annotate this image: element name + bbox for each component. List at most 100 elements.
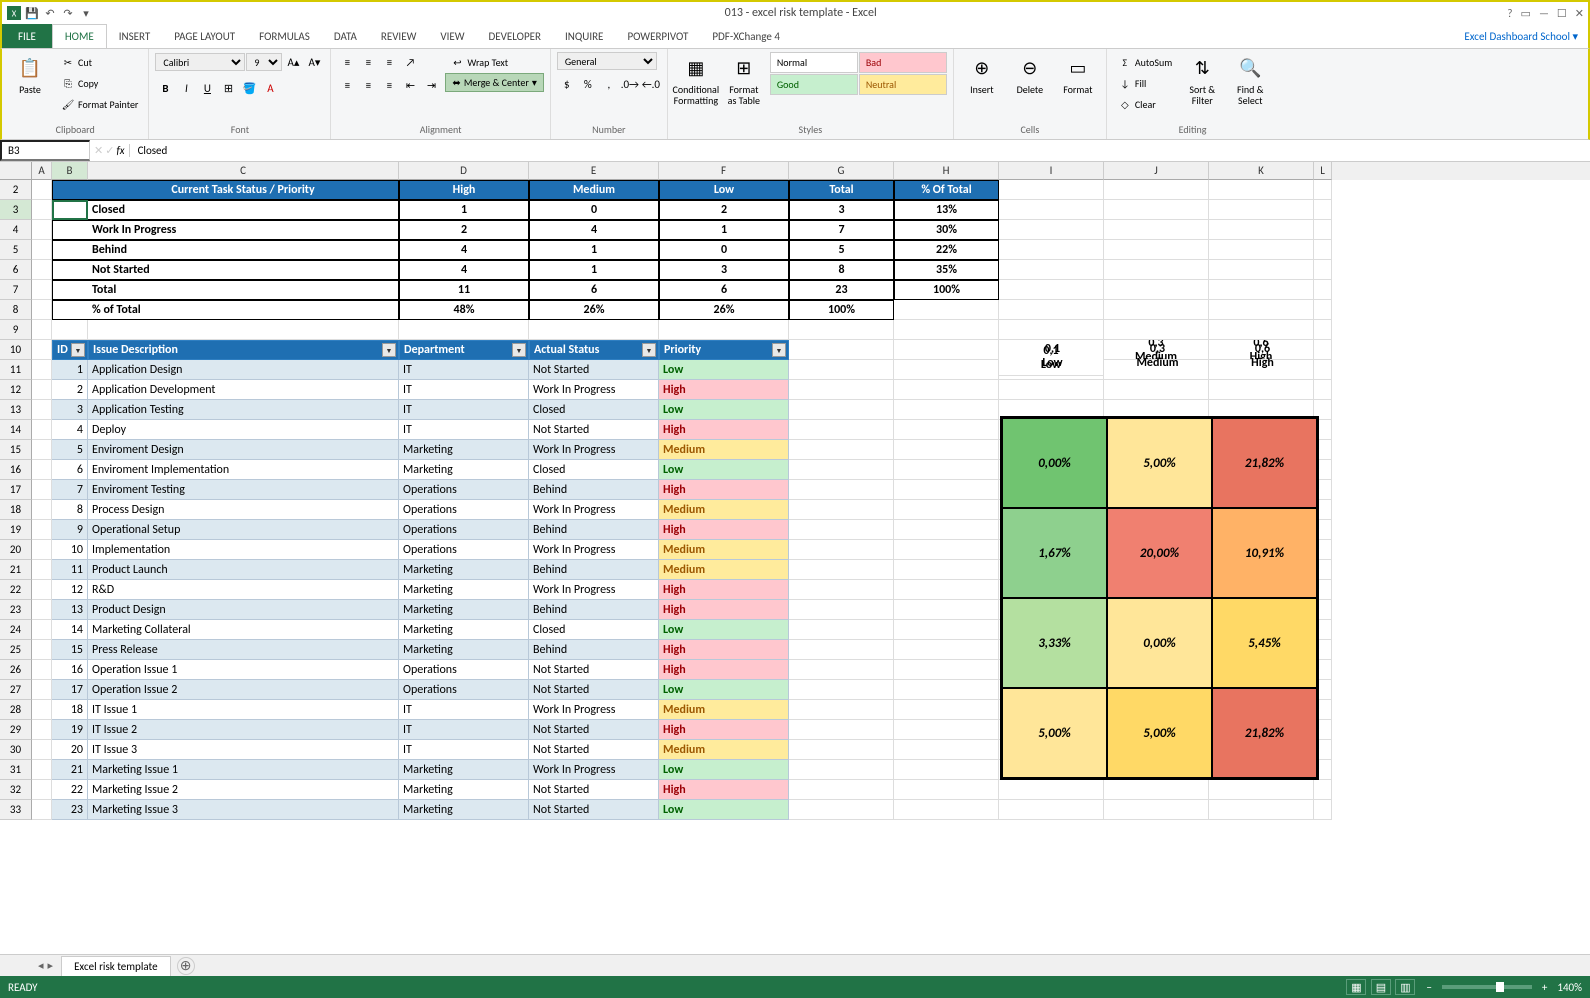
row-header[interactable]: 21 [0,560,32,580]
cell[interactable]: IT Issue 3 [88,740,399,760]
cell[interactable]: 4 [399,240,529,260]
cell[interactable] [894,540,999,560]
cell[interactable]: High [659,580,789,600]
redo-icon[interactable]: ↷ [60,5,76,21]
style-normal[interactable]: Normal [770,52,858,73]
cell[interactable]: 13 [52,600,88,620]
cell[interactable]: High [659,780,789,800]
cell[interactable] [789,760,894,780]
row-header[interactable]: 24 [0,620,32,640]
cell[interactable] [789,580,894,600]
cell[interactable] [789,420,894,440]
cell[interactable]: Low [659,680,789,700]
style-good[interactable]: Good [770,74,858,95]
cell[interactable] [1209,800,1314,820]
row-header[interactable]: 13 [0,400,32,420]
cell[interactable]: High [659,660,789,680]
filter-icon[interactable]: ▼ [512,343,526,357]
border-button[interactable]: ⊞ [218,78,238,98]
cell[interactable] [399,320,529,340]
font-family-select[interactable]: Calibri [155,53,245,71]
cell[interactable] [32,720,52,740]
cell[interactable]: High [659,720,789,740]
autosum-button[interactable]: ΣAutoSum [1113,52,1176,72]
cell[interactable]: Operations [399,660,529,680]
matrix-cell[interactable]: 5,00% [1002,688,1107,778]
zoom-level[interactable]: 140% [1557,981,1582,994]
cell[interactable]: Marketing [399,780,529,800]
cell[interactable] [32,660,52,680]
matrix-cell[interactable]: 1,67% [1002,508,1107,598]
cell[interactable] [789,560,894,580]
cell[interactable]: Marketing Issue 3 [88,800,399,820]
cell[interactable]: 15 [52,640,88,660]
cell[interactable]: Actual Status▼ [529,340,659,360]
format-as-table-button[interactable]: ⊞Format as Table [722,52,766,108]
cell[interactable]: Marketing [399,440,529,460]
sort-filter-button[interactable]: ⇅Sort & Filter [1180,52,1224,108]
cell[interactable]: 22 [52,780,88,800]
cell[interactable] [529,320,659,340]
font-color-button[interactable]: A [260,78,280,98]
col-header-k[interactable]: K [1209,162,1314,180]
cell[interactable] [894,740,999,760]
row-header[interactable]: 6 [0,260,32,280]
cell[interactable]: 13% [894,200,999,220]
cell[interactable] [894,600,999,620]
cell[interactable] [999,300,1104,320]
cell[interactable]: Not Started [529,740,659,760]
cell[interactable]: 8 [52,500,88,520]
matrix-cell[interactable]: 5,00% [1107,688,1212,778]
cell[interactable] [1314,200,1332,220]
conditional-formatting-button[interactable]: ▦Conditional Formatting [674,52,718,108]
wrap-text-button[interactable]: ↩Wrap Text [445,52,543,72]
tab-view[interactable]: VIEW [428,24,476,48]
cell[interactable] [32,520,52,540]
cell[interactable]: Low [659,800,789,820]
cell[interactable]: 6 [659,280,789,300]
cell[interactable]: Enviroment Implementation [88,460,399,480]
comma-icon[interactable]: , [599,74,619,94]
matrix-cell[interactable]: 21,82% [1212,418,1317,508]
matrix-cell[interactable]: 0,00% [1107,598,1212,688]
style-bad[interactable]: Bad [859,52,947,73]
cell[interactable]: Process Design [88,500,399,520]
clear-button[interactable]: ◇Clear [1113,94,1176,114]
cell[interactable] [32,420,52,440]
cell[interactable]: IT [399,740,529,760]
filter-icon[interactable]: ▼ [71,343,85,357]
cell[interactable] [894,420,999,440]
cell[interactable] [789,460,894,480]
cell[interactable] [894,640,999,660]
cell[interactable]: Priority▼ [659,340,789,360]
format-button[interactable]: ▭Format [1056,52,1100,97]
cell[interactable]: Marketing [399,640,529,660]
filter-icon[interactable]: ▼ [382,343,396,357]
insert-button[interactable]: ⊕Insert [960,52,1004,97]
cell[interactable]: 21 [52,760,88,780]
cell[interactable]: Low [659,400,789,420]
cell[interactable] [894,440,999,460]
cell[interactable]: Medium [659,700,789,720]
cell[interactable] [32,340,52,360]
cell[interactable] [32,620,52,640]
cell[interactable] [52,200,88,220]
row-header[interactable]: 26 [0,660,32,680]
cell[interactable]: 12 [52,580,88,600]
cell[interactable]: 1 [659,220,789,240]
cell[interactable] [999,320,1104,340]
row-header[interactable]: 16 [0,460,32,480]
cell[interactable]: Application Testing [88,400,399,420]
cell[interactable]: 2 [659,200,789,220]
row-header[interactable]: 23 [0,600,32,620]
cell[interactable] [999,220,1104,240]
increase-indent-icon[interactable]: ⇥ [421,75,441,95]
zoom-out-button[interactable]: − [1426,981,1431,994]
row-header[interactable]: 8 [0,300,32,320]
cell[interactable]: 22% [894,240,999,260]
cell[interactable]: Marketing Issue 1 [88,760,399,780]
cell[interactable] [894,560,999,580]
cell[interactable] [32,360,52,380]
cell[interactable] [894,700,999,720]
row-header[interactable]: 28 [0,700,32,720]
